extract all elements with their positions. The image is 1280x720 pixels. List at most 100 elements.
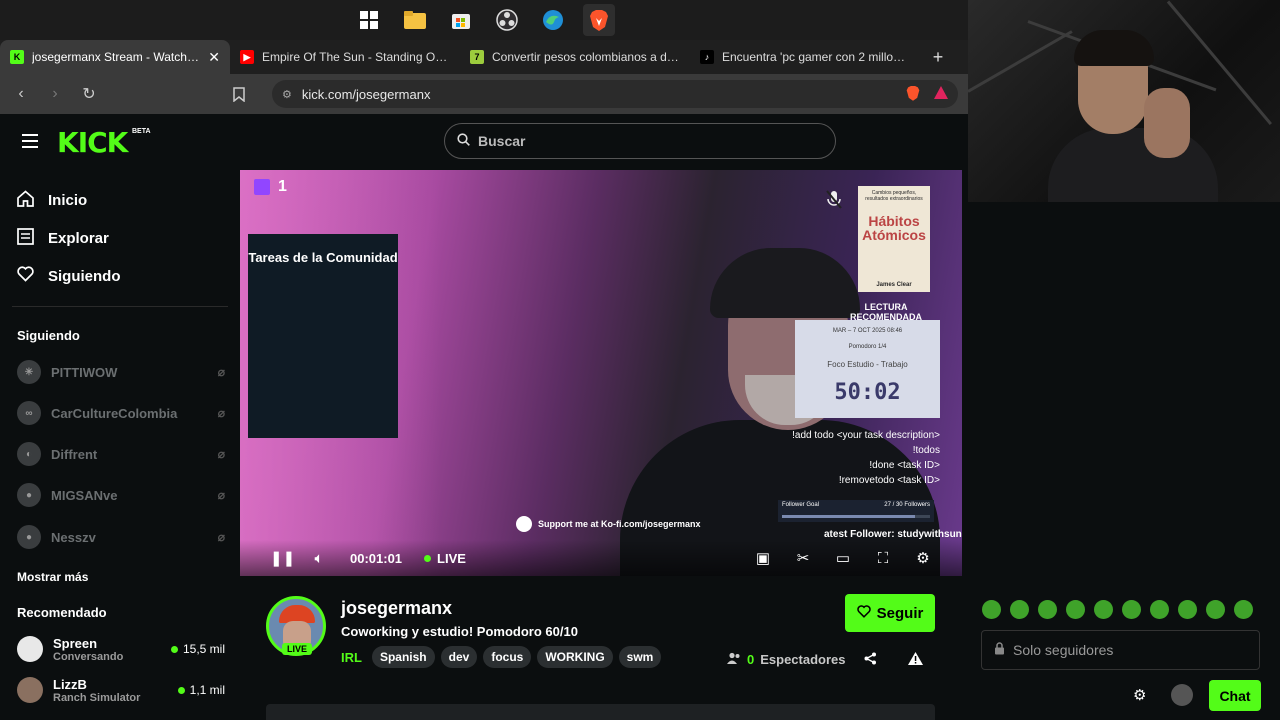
chat-actions: ⚙ Chat bbox=[968, 680, 1280, 712]
emote-icon[interactable] bbox=[1066, 600, 1085, 619]
tag[interactable]: swm bbox=[618, 646, 662, 668]
live-dot bbox=[177, 686, 185, 694]
chat-input[interactable]: Solo seguidores bbox=[981, 630, 1260, 670]
kick-icon: K bbox=[10, 50, 24, 64]
recommended-item[interactable]: Spreen Conversando 15,5 mil bbox=[17, 631, 225, 667]
about-panel bbox=[266, 704, 935, 720]
browser-tab-bar: K josegermanx Stream - Watch Liv ✕ ▶ Emp… bbox=[0, 40, 968, 74]
follower-goal-value: 27 / 30 Followers bbox=[884, 502, 930, 508]
following-item[interactable]: ✳ PITTIWOW ⌀ bbox=[17, 357, 225, 387]
channel-category: Ranch Simulator bbox=[53, 691, 141, 704]
stream-tags: IRL Spanish dev focus WORKING swm bbox=[341, 646, 662, 668]
fullscreen-icon[interactable]: ⛶ bbox=[874, 550, 892, 567]
latest-follower: atest Follower: studywithsun bbox=[824, 529, 962, 540]
chat-send-button[interactable]: Chat bbox=[1209, 680, 1261, 711]
channel-category: Conversando bbox=[53, 650, 124, 663]
category-link[interactable]: IRL bbox=[341, 650, 362, 665]
community-tasks-panel: Tareas de la Comunidad bbox=[248, 234, 398, 438]
emote-icon[interactable] bbox=[982, 600, 1001, 619]
emote-icon[interactable] bbox=[1094, 600, 1113, 619]
emote-icon[interactable] bbox=[1178, 600, 1197, 619]
share-icon[interactable] bbox=[864, 652, 877, 668]
volume-icon[interactable]: 🔈︎ bbox=[310, 550, 328, 567]
reload-icon[interactable]: ↻ bbox=[78, 83, 100, 105]
recommended-item[interactable]: LizzB Ranch Simulator 1,1 mil bbox=[17, 672, 225, 708]
clip-icon[interactable]: ✂ bbox=[794, 549, 812, 567]
explore-icon bbox=[17, 228, 34, 249]
emote-bar bbox=[982, 600, 1253, 619]
avatar: ● bbox=[17, 483, 41, 507]
report-icon[interactable] bbox=[908, 652, 923, 668]
sidebar-item-siguiendo[interactable]: Siguiendo bbox=[17, 266, 121, 286]
pip-icon[interactable]: ▣ bbox=[754, 549, 772, 567]
command-line: !add todo <your task description> bbox=[792, 430, 940, 441]
emote-picker-icon[interactable] bbox=[1171, 684, 1193, 706]
reading-label: LECTURA RECOMENDADA bbox=[850, 302, 922, 322]
following-item[interactable]: ● Nesszv ⌀ bbox=[17, 522, 225, 552]
tab-converter[interactable]: 7 Convertir pesos colombianos a dólar bbox=[460, 40, 690, 74]
menu-icon[interactable] bbox=[22, 134, 38, 148]
emote-icon[interactable] bbox=[1010, 600, 1029, 619]
brave-shields-icon[interactable] bbox=[906, 85, 920, 104]
search-input[interactable]: Buscar bbox=[444, 123, 836, 159]
chat-settings-icon[interactable]: ⚙ bbox=[1133, 686, 1146, 704]
settings-icon[interactable]: ⚙ bbox=[914, 549, 932, 567]
tab-kick-stream[interactable]: K josegermanx Stream - Watch Liv ✕ bbox=[0, 40, 230, 74]
viewer-overlay-count: 1 bbox=[278, 178, 287, 195]
new-tab-icon[interactable]: + bbox=[924, 47, 952, 68]
command-line: !done <task ID> bbox=[869, 460, 940, 471]
viewer-count-text: 1,1 mil bbox=[189, 683, 225, 697]
live-badge: LIVE bbox=[282, 643, 313, 655]
windows-icon[interactable] bbox=[353, 4, 385, 36]
live-dot bbox=[424, 554, 432, 562]
offline-icon: ⌀ bbox=[217, 447, 225, 461]
brave-rewards-icon[interactable] bbox=[934, 86, 948, 102]
follower-goal-fill bbox=[782, 515, 916, 518]
forward-icon[interactable]: › bbox=[44, 83, 66, 105]
tab-youtube[interactable]: ▶ Empire Of The Sun - Standing On The bbox=[230, 40, 460, 74]
chat-panel: Solo seguidores ⚙ Chat bbox=[968, 202, 1280, 720]
viewer-overlay: 1 bbox=[254, 178, 287, 196]
channel-name[interactable]: josegermanx bbox=[341, 598, 452, 619]
brave-icon[interactable] bbox=[583, 4, 615, 36]
screen: K josegermanx Stream - Watch Liv ✕ ▶ Emp… bbox=[0, 0, 1280, 720]
emote-icon[interactable] bbox=[1150, 600, 1169, 619]
kick-logo[interactable]: KICK bbox=[57, 126, 128, 159]
tab-label: josegermanx Stream - Watch Liv bbox=[32, 50, 201, 64]
follow-button[interactable]: Seguir bbox=[845, 594, 935, 632]
emote-icon[interactable] bbox=[1234, 600, 1253, 619]
theater-mode-icon[interactable]: ▭ bbox=[834, 549, 852, 567]
tag[interactable]: Spanish bbox=[371, 646, 435, 668]
timecode: 00:01:01 bbox=[350, 550, 403, 566]
close-icon[interactable]: ✕ bbox=[208, 49, 220, 66]
search-placeholder: Buscar bbox=[478, 133, 526, 149]
video-player[interactable]: 1 Tareas de la Comunidad Cambios pequeño… bbox=[240, 170, 962, 576]
edge-icon[interactable] bbox=[537, 4, 569, 36]
file-explorer-icon[interactable] bbox=[399, 4, 431, 36]
following-item[interactable]: ◐ Diffrent ⌀ bbox=[17, 439, 225, 469]
tag[interactable]: WORKING bbox=[537, 646, 613, 668]
obs-icon[interactable] bbox=[491, 4, 523, 36]
converter-icon: 7 bbox=[470, 50, 484, 64]
url-field[interactable]: ⚙ kick.com/josegermanx bbox=[272, 80, 958, 108]
sidebar-item-label: Explorar bbox=[48, 230, 109, 247]
store-icon[interactable] bbox=[445, 4, 477, 36]
emote-icon[interactable] bbox=[1038, 600, 1057, 619]
sidebar-item-inicio[interactable]: Inicio bbox=[17, 190, 87, 211]
bookmark-icon[interactable] bbox=[228, 83, 250, 105]
emote-icon[interactable] bbox=[1206, 600, 1225, 619]
sidebar-item-explorar[interactable]: Explorar bbox=[17, 228, 109, 249]
book-tagline: Cambios pequeños, resultados extraordina… bbox=[865, 190, 923, 202]
show-more-link[interactable]: Mostrar más bbox=[17, 570, 88, 584]
tag[interactable]: focus bbox=[483, 646, 532, 668]
following-item[interactable]: ∞ CarCultureColombia ⌀ bbox=[17, 398, 225, 428]
tiktok-icon: ♪ bbox=[700, 50, 714, 64]
pause-icon[interactable]: ❚❚ bbox=[270, 549, 295, 567]
tab-tiktok[interactable]: ♪ Encuentra 'pc gamer con 2 millones bbox=[690, 40, 920, 74]
site-settings-icon[interactable]: ⚙ bbox=[282, 88, 292, 101]
avatar: ◐ bbox=[17, 442, 41, 466]
following-item[interactable]: ● MIGSANve ⌀ bbox=[17, 480, 225, 510]
emote-icon[interactable] bbox=[1122, 600, 1141, 619]
back-icon[interactable]: ‹ bbox=[10, 83, 32, 105]
tag[interactable]: dev bbox=[440, 646, 478, 668]
